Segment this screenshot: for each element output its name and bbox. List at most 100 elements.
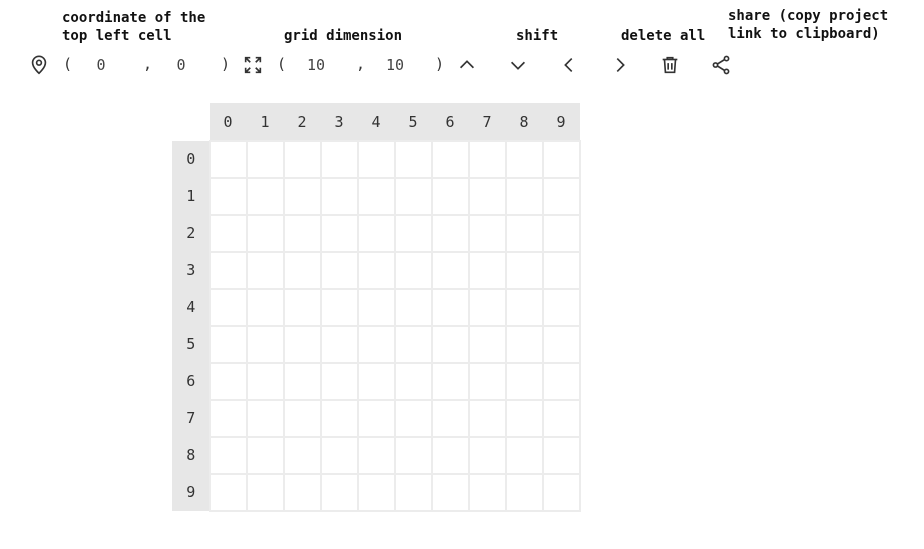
grid-cell[interactable] xyxy=(504,324,544,364)
grid-cell[interactable] xyxy=(208,398,248,438)
grid-cell[interactable] xyxy=(282,398,322,438)
grid-cell[interactable] xyxy=(245,361,285,401)
grid-cell[interactable] xyxy=(430,398,470,438)
grid-cell[interactable] xyxy=(319,176,359,216)
grid-cell[interactable] xyxy=(282,250,322,290)
grid-cell[interactable] xyxy=(319,213,359,253)
grid-cell[interactable] xyxy=(208,139,248,179)
grid-cell[interactable] xyxy=(356,176,396,216)
grid-cell[interactable] xyxy=(504,435,544,475)
chevron-up-icon[interactable] xyxy=(454,52,480,78)
grid-cell[interactable] xyxy=(245,139,285,179)
grid-cell[interactable] xyxy=(319,324,359,364)
grid-cell[interactable] xyxy=(430,213,470,253)
grid-cell[interactable] xyxy=(208,435,248,475)
grid-cell[interactable] xyxy=(430,287,470,327)
grid-cell[interactable] xyxy=(245,398,285,438)
map-pin-icon[interactable] xyxy=(26,52,52,78)
grid-cell[interactable] xyxy=(356,398,396,438)
grid-cell[interactable] xyxy=(467,435,507,475)
grid-cell[interactable] xyxy=(467,472,507,512)
grid-cell[interactable] xyxy=(467,324,507,364)
grid-cell[interactable] xyxy=(430,472,470,512)
grid-cell[interactable] xyxy=(430,250,470,290)
grid-cell[interactable] xyxy=(541,213,581,253)
grid-cell[interactable] xyxy=(541,435,581,475)
grid-cell[interactable] xyxy=(541,324,581,364)
grid-height-input[interactable] xyxy=(375,53,415,77)
grid-cell[interactable] xyxy=(282,139,322,179)
grid-cell[interactable] xyxy=(467,287,507,327)
grid-cell[interactable] xyxy=(282,324,322,364)
grid-cell[interactable] xyxy=(356,324,396,364)
grid-cell[interactable] xyxy=(393,398,433,438)
grid-cell[interactable] xyxy=(282,435,322,475)
grid-cell[interactable] xyxy=(356,472,396,512)
grid-cell[interactable] xyxy=(319,435,359,475)
grid-cell[interactable] xyxy=(541,398,581,438)
grid-cell[interactable] xyxy=(467,213,507,253)
grid-cell[interactable] xyxy=(504,250,544,290)
grid-cell[interactable] xyxy=(208,361,248,401)
expand-icon[interactable] xyxy=(240,52,266,78)
grid-cell[interactable] xyxy=(541,287,581,327)
grid-cell[interactable] xyxy=(282,361,322,401)
grid-cell[interactable] xyxy=(504,213,544,253)
grid-cell[interactable] xyxy=(504,139,544,179)
grid-cell[interactable] xyxy=(356,287,396,327)
grid-cell[interactable] xyxy=(208,250,248,290)
grid-cell[interactable] xyxy=(430,139,470,179)
grid-cell[interactable] xyxy=(356,139,396,179)
grid-cell[interactable] xyxy=(319,398,359,438)
share-icon[interactable] xyxy=(708,52,734,78)
grid-cell[interactable] xyxy=(245,250,285,290)
coord-x-input[interactable] xyxy=(81,53,121,77)
grid-cell[interactable] xyxy=(393,361,433,401)
grid-cell[interactable] xyxy=(541,139,581,179)
grid-cell[interactable] xyxy=(504,176,544,216)
grid-cell[interactable] xyxy=(541,176,581,216)
chevron-right-icon[interactable] xyxy=(607,52,633,78)
grid-cell[interactable] xyxy=(319,472,359,512)
grid-cell[interactable] xyxy=(393,250,433,290)
grid-cell[interactable] xyxy=(541,472,581,512)
grid-cell[interactable] xyxy=(245,287,285,327)
grid-cell[interactable] xyxy=(467,250,507,290)
grid-cell[interactable] xyxy=(393,472,433,512)
grid-cell[interactable] xyxy=(245,472,285,512)
grid-cell[interactable] xyxy=(208,176,248,216)
grid-cell[interactable] xyxy=(393,139,433,179)
grid-cell[interactable] xyxy=(319,361,359,401)
grid-cell[interactable] xyxy=(467,398,507,438)
grid-cell[interactable] xyxy=(282,213,322,253)
grid-cell[interactable] xyxy=(430,324,470,364)
grid-cell[interactable] xyxy=(319,287,359,327)
grid-cell[interactable] xyxy=(319,250,359,290)
grid-cell[interactable] xyxy=(430,361,470,401)
grid-cell[interactable] xyxy=(282,472,322,512)
grid-cell[interactable] xyxy=(467,139,507,179)
grid-cell[interactable] xyxy=(356,361,396,401)
grid-cell[interactable] xyxy=(393,435,433,475)
grid-cell[interactable] xyxy=(541,250,581,290)
grid-cell[interactable] xyxy=(393,176,433,216)
grid-cell[interactable] xyxy=(504,472,544,512)
coord-y-input[interactable] xyxy=(161,53,201,77)
grid-cell[interactable] xyxy=(430,176,470,216)
grid-cell[interactable] xyxy=(467,176,507,216)
grid-cell[interactable] xyxy=(245,176,285,216)
grid-cell[interactable] xyxy=(319,139,359,179)
grid-cell[interactable] xyxy=(208,213,248,253)
grid-cell[interactable] xyxy=(208,287,248,327)
grid-cell[interactable] xyxy=(467,361,507,401)
grid-cell[interactable] xyxy=(245,435,285,475)
chevron-down-icon[interactable] xyxy=(505,52,531,78)
grid-cell[interactable] xyxy=(504,361,544,401)
grid-cell[interactable] xyxy=(208,324,248,364)
grid-cell[interactable] xyxy=(356,250,396,290)
grid-cell[interactable] xyxy=(208,472,248,512)
grid-cell[interactable] xyxy=(356,213,396,253)
grid-cell[interactable] xyxy=(504,287,544,327)
grid-cell[interactable] xyxy=(393,324,433,364)
grid-cell[interactable] xyxy=(245,213,285,253)
